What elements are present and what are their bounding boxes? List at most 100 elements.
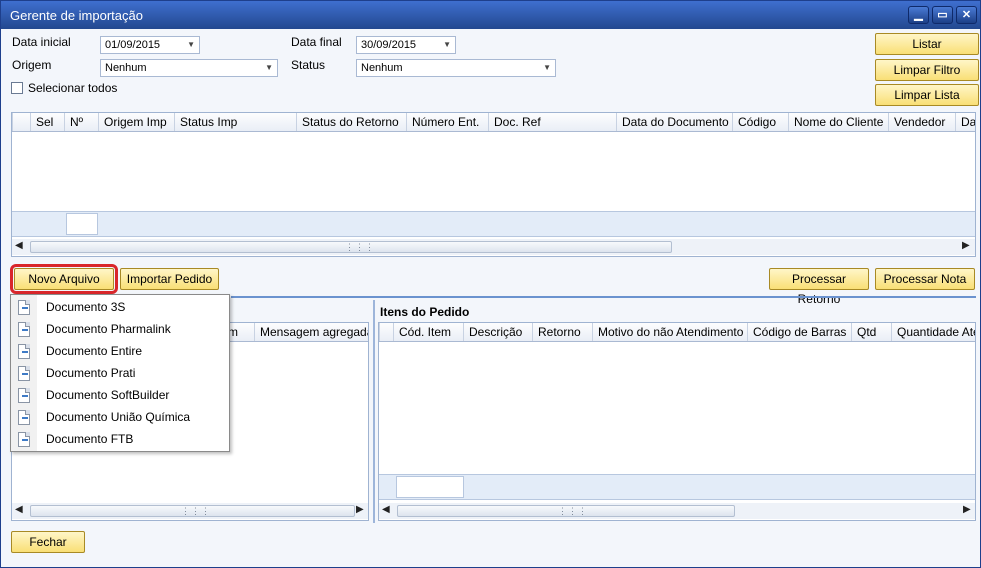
footer-cell[interactable] [66,213,98,235]
document-import-icon [18,344,30,359]
origem-select[interactable]: Nenhum ▼ [100,59,278,77]
scroll-right-icon[interactable]: ▶ [356,504,364,515]
title-bar: Gerente de importação ▁ ▭ ✕ [1,1,980,29]
menu-item-label: Documento União Química [46,410,191,424]
menu-item-documento-uniao-quimica[interactable]: Documento União Química [11,407,229,429]
menu-item-documento-softbuilder[interactable]: Documento SoftBuilder [11,385,229,407]
menu-item-documento-entire[interactable]: Documento Entire [11,341,229,363]
scroll-thumb[interactable]: ⋮⋮⋮ [30,241,672,253]
menu-item-documento-pharmalink[interactable]: Documento Pharmalink [11,319,229,341]
column-descricao[interactable]: Descrição [463,323,533,341]
column-numero[interactable]: Nº [64,113,100,131]
grip-icon: ⋮⋮⋮ [181,506,211,516]
document-import-icon [18,388,30,403]
document-import-icon [18,322,30,337]
data-inicial-value: 01/09/2015 [105,39,161,51]
column-data-documento[interactable]: Data do Documento [616,113,736,131]
column-origem-imp[interactable]: Origem Imp [98,113,178,131]
column-qtd[interactable]: Qtd [851,323,893,341]
data-final-value: 30/09/2015 [361,39,417,51]
scroll-left-icon[interactable]: ◀ [15,240,23,251]
footer-cell[interactable] [396,476,464,498]
menu-item-label: Documento Entire [46,344,143,358]
column-codigo-barras[interactable]: Código de Barras [747,323,855,341]
scroll-left-icon[interactable]: ◀ [15,504,23,515]
maximize-button[interactable]: ▭ [932,6,953,24]
processar-retorno-button[interactable]: Processar Retorno [769,268,869,306]
status-value: Nenhum [361,62,403,74]
column-motivo[interactable]: Motivo do não Atendimento [592,323,750,341]
limpar-lista-button[interactable]: Limpar Lista [875,84,979,106]
column-cod-item[interactable]: Cód. Item [393,323,467,341]
row-selector-column [12,113,30,131]
status-label: Status [291,58,326,72]
selecionar-todos-checkbox[interactable] [11,82,23,94]
importar-pedido-button[interactable]: Importar Pedido [120,268,219,290]
origem-label: Origem [12,58,52,72]
menu-item-label: Documento SoftBuilder [46,388,170,402]
column-doc-ref[interactable]: Doc. Ref [488,113,620,131]
main-grid-scrollbar[interactable]: ◀ ⋮⋮⋮ ▶ [12,239,975,255]
menu-item-documento-prati[interactable]: Documento Prati [11,363,229,385]
menu-item-documento-3s[interactable]: Documento 3S [11,297,229,319]
data-final-field[interactable]: 30/09/2015 ▼ [356,36,456,54]
scroll-thumb[interactable]: ⋮⋮⋮ [30,505,355,517]
items-grid-footer [379,474,975,500]
itens-pedido-title: Itens do Pedido [380,305,470,319]
chevron-down-icon[interactable]: ▼ [187,37,195,53]
chevron-down-icon[interactable]: ▼ [543,60,551,76]
column-retorno[interactable]: Retorno [532,323,594,341]
scroll-right-icon[interactable]: ▶ [963,504,971,515]
column-numero-ent[interactable]: Número Ent. [406,113,492,131]
minimize-button[interactable]: ▁ [908,6,929,24]
menu-item-label: Documento Pharmalink [46,322,171,336]
scroll-thumb[interactable]: ⋮⋮⋮ [397,505,735,517]
scroll-right-icon[interactable]: ▶ [962,240,970,251]
import-manager-window: Gerente de importação ▁ ▭ ✕ Data inicial… [0,0,981,568]
column-mensagem-agregada[interactable]: Mensagem agregada [254,323,368,341]
menu-item-label: Documento FTB [46,432,134,446]
window-title: Gerente de importação [10,8,143,23]
grip-icon: ⋮⋮⋮ [345,242,375,252]
vertical-splitter[interactable] [373,300,375,523]
main-grid-header: Sel Nº Origem Imp Status Imp Status do R… [12,113,975,132]
document-import-icon [18,300,30,315]
document-import-icon [18,366,30,381]
menu-item-label: Documento Prati [46,366,136,380]
limpar-filtro-button[interactable]: Limpar Filtro [875,59,979,81]
column-codigo[interactable]: Código [732,113,792,131]
column-nome-cliente[interactable]: Nome do Cliente [788,113,894,131]
document-import-icon [18,432,30,447]
items-grid[interactable]: Cód. Item Descrição Retorno Motivo do nã… [378,322,976,521]
menu-item-documento-ftb[interactable]: Documento FTB [11,429,229,451]
origem-value: Nenhum [105,62,147,74]
data-final-label: Data final [291,35,342,49]
novo-arquivo-button[interactable]: Novo Arquivo [10,264,118,294]
items-grid-header: Cód. Item Descrição Retorno Motivo do nã… [379,323,975,342]
main-grid[interactable]: Sel Nº Origem Imp Status Imp Status do R… [11,112,976,257]
data-inicial-field[interactable]: 01/09/2015 ▼ [100,36,200,54]
column-quantidade-aten[interactable]: Quantidade Aten [891,323,975,341]
main-grid-footer [12,211,975,237]
horizontal-splitter[interactable] [231,296,976,298]
column-vendedor[interactable]: Vendedor [888,113,958,131]
novo-arquivo-menu: Documento 3S Documento Pharmalink Docume… [10,294,230,452]
selecionar-todos-label: Selecionar todos [28,81,118,95]
status-select[interactable]: Nenhum ▼ [356,59,556,77]
messages-grid-scrollbar[interactable]: ◀ ⋮⋮⋮ ▶ [12,503,368,519]
column-status-imp[interactable]: Status Imp [174,113,300,131]
listar-button[interactable]: Listar [875,33,979,55]
chevron-down-icon[interactable]: ▼ [265,60,273,76]
scroll-left-icon[interactable]: ◀ [382,504,390,515]
menu-item-label: Documento 3S [46,300,126,314]
fechar-button[interactable]: Fechar [11,531,85,553]
document-import-icon [18,410,30,425]
close-button[interactable]: ✕ [956,6,977,24]
column-da[interactable]: Da [955,113,975,131]
chevron-down-icon[interactable]: ▼ [443,37,451,53]
grip-icon: ⋮⋮⋮ [558,506,588,516]
data-inicial-label: Data inicial [12,35,71,49]
processar-nota-button[interactable]: Processar Nota [875,268,975,290]
items-grid-scrollbar[interactable]: ◀ ⋮⋮⋮ ▶ [379,503,975,519]
column-status-retorno[interactable]: Status do Retorno [296,113,410,131]
